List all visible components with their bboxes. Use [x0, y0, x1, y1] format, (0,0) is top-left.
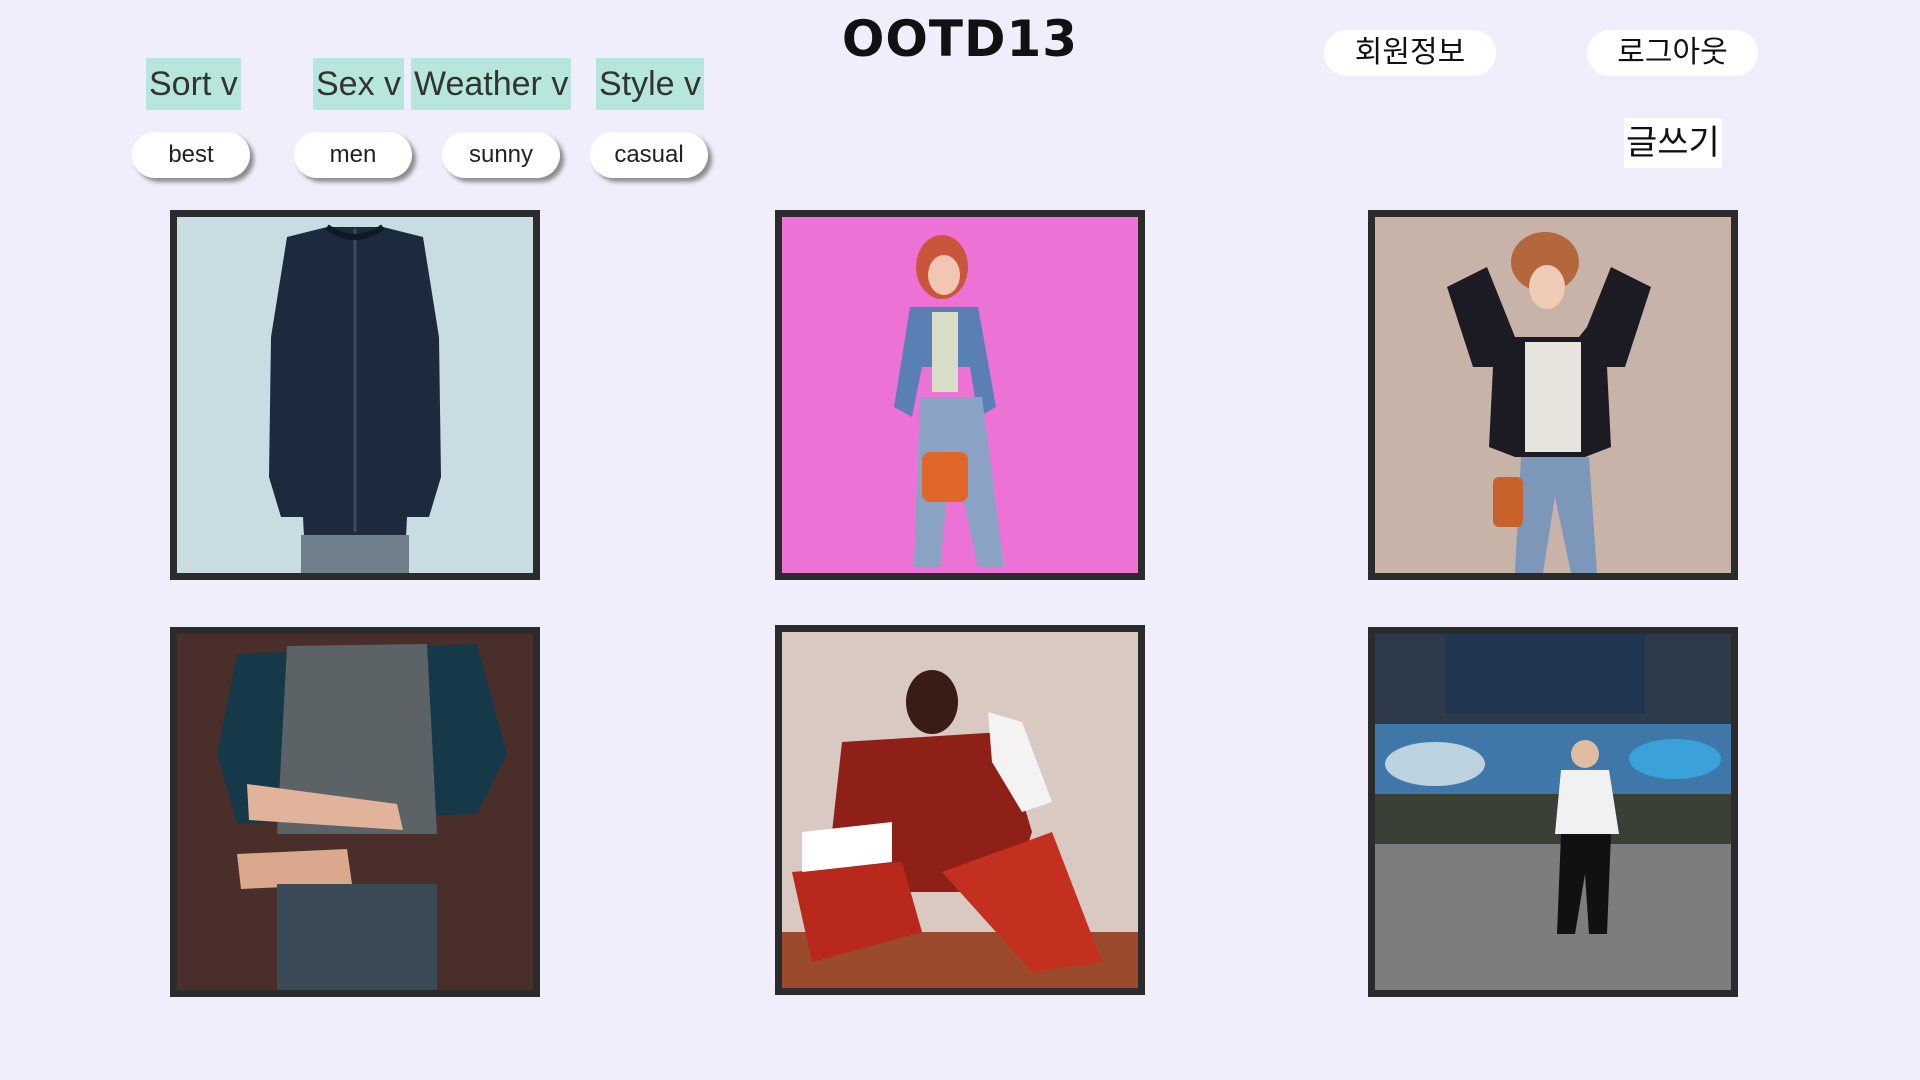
post-card-1[interactable]: [170, 210, 540, 580]
post-card-6[interactable]: [1368, 627, 1738, 997]
logout-button[interactable]: 로그아웃: [1587, 30, 1758, 76]
street-man-photo-icon: [1375, 634, 1731, 990]
post-card-2[interactable]: [775, 210, 1145, 580]
denim-woman-pink-photo-icon: [782, 217, 1138, 573]
sort-chip-best[interactable]: best: [132, 132, 250, 178]
sort-dropdown[interactable]: Sort v: [146, 58, 241, 110]
write-post-button[interactable]: 글쓰기: [1624, 118, 1722, 168]
weather-dropdown[interactable]: Weather v: [411, 58, 572, 110]
red-outfit-photo-icon: [782, 632, 1138, 988]
weather-chip-sunny[interactable]: sunny: [442, 132, 560, 178]
post-card-5[interactable]: [775, 625, 1145, 995]
jacket-photo-icon: [177, 217, 533, 573]
vest-man-watch-photo-icon: [177, 634, 533, 990]
sex-chip-men[interactable]: men: [294, 132, 412, 178]
post-card-4[interactable]: [170, 627, 540, 997]
member-info-button[interactable]: 회원정보: [1324, 30, 1496, 76]
post-card-3[interactable]: [1368, 210, 1738, 580]
style-chip-casual[interactable]: casual: [590, 132, 708, 178]
sex-dropdown[interactable]: Sex v: [313, 58, 405, 110]
leather-jacket-woman-photo-icon: [1375, 217, 1731, 573]
style-dropdown[interactable]: Style v: [596, 58, 705, 110]
